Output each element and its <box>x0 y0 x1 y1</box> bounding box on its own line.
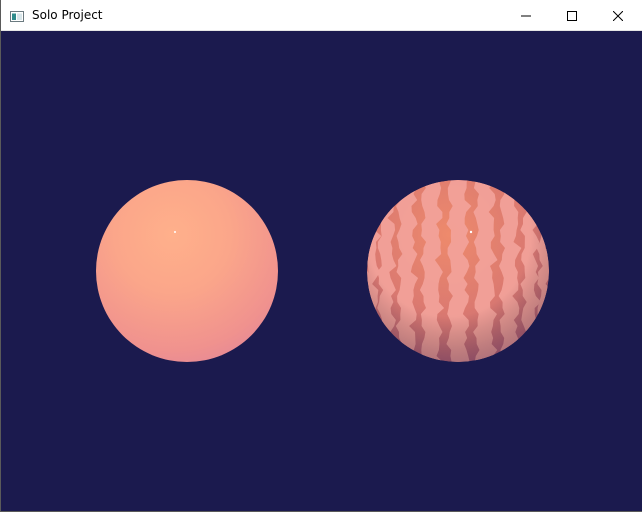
window-title: Solo Project <box>32 8 103 22</box>
specular-highlight <box>174 231 176 233</box>
minimize-icon <box>521 15 531 16</box>
app-window-icon <box>10 9 24 22</box>
minimize-button[interactable] <box>503 0 549 31</box>
render-viewport[interactable] <box>2 31 642 511</box>
close-icon <box>613 10 623 21</box>
maximize-icon <box>567 10 577 21</box>
maximize-button[interactable] <box>549 0 595 31</box>
title-bar[interactable]: Solo Project <box>1 0 642 31</box>
striped-sphere <box>367 180 549 362</box>
close-button[interactable] <box>595 0 641 31</box>
striped-sphere-render <box>367 180 549 362</box>
plain-sphere <box>96 180 278 362</box>
app-window: Solo Project <box>0 0 642 512</box>
